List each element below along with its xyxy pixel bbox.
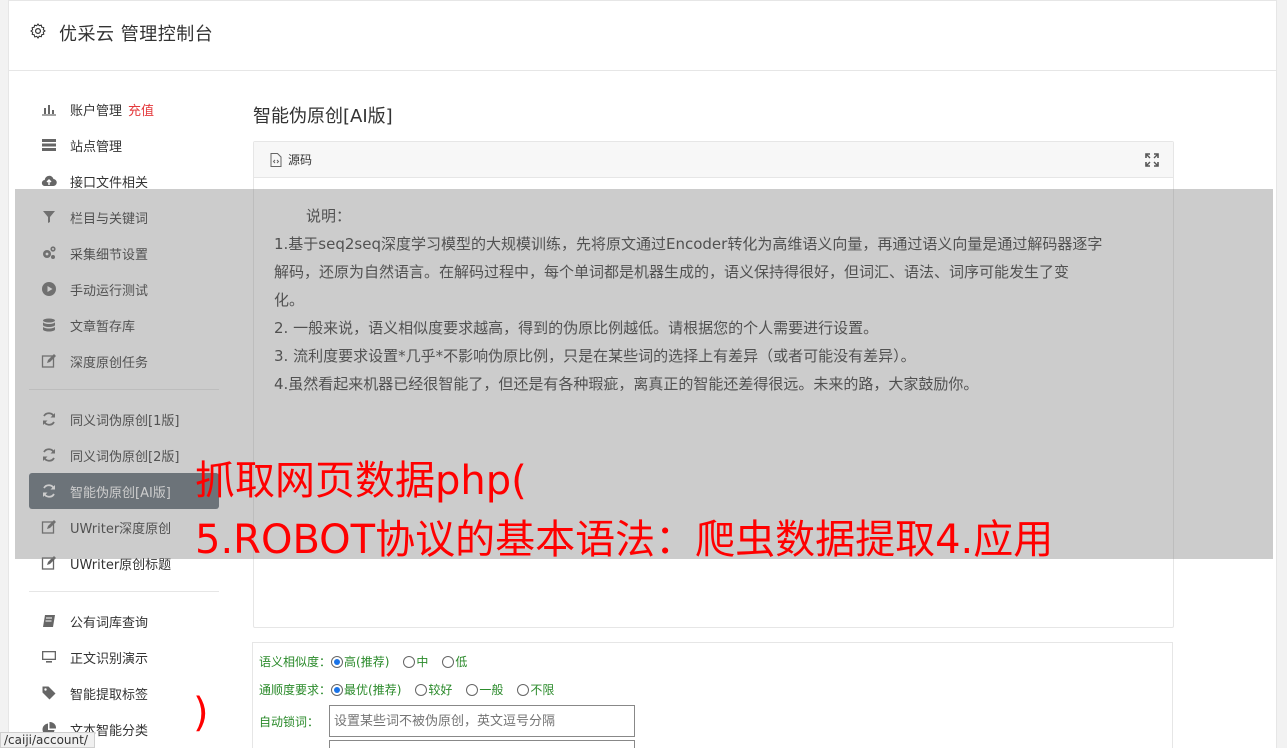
sidebar-item-label: 公有词库查询 <box>70 615 149 631</box>
sidebar-item-label: 账户管理 <box>70 103 123 119</box>
sidebar-item-public-lexicon[interactable]: 公有词库查询 <box>29 603 219 639</box>
similarity-row: 语义相似度： 高(推荐) 中 低 <box>259 653 481 670</box>
monitor-icon <box>41 649 57 665</box>
sidebar-item-label: 正文识别演示 <box>70 651 149 667</box>
status-bar-url: /caiji/account/ <box>0 732 95 748</box>
secondary-input[interactable] <box>329 740 635 748</box>
cloud-upload-icon <box>41 173 57 189</box>
fluency-normal-radio[interactable]: 一般 <box>466 681 503 698</box>
app-title: 优采云 管理控制台 <box>59 24 214 45</box>
tag-icon <box>41 685 57 701</box>
sidebar-item-label: 站点管理 <box>70 139 123 155</box>
panel-header: 源码 <box>254 142 1173 178</box>
overlay-headline-line1: 抓取网页数据php( <box>195 458 527 504</box>
fluency-label: 通顺度要求： <box>259 683 332 697</box>
fluency-good-radio[interactable]: 较好 <box>415 681 452 698</box>
sidebar-divider <box>29 591 219 592</box>
book-icon <box>41 613 57 629</box>
file-code-icon <box>270 152 282 167</box>
expand-icon[interactable] <box>1145 153 1159 167</box>
server-icon <box>41 137 57 153</box>
fluency-best-radio[interactable]: 最优(推荐) <box>331 681 401 698</box>
sidebar-item-text-recognition[interactable]: 正文识别演示 <box>29 639 219 675</box>
fluency-any-radio[interactable]: 不限 <box>517 681 554 698</box>
overlay-headline-line2: 5.ROBOT协议的基本语法：爬虫数据提取4.应用 <box>195 517 1054 563</box>
sidebar-item-account[interactable]: 账户管理 充值 <box>29 91 219 127</box>
sidebar-item-label: 智能提取标签 <box>70 687 149 703</box>
sidebar-item-tag-extract[interactable]: 智能提取标签 <box>29 675 219 711</box>
gear-icon <box>30 23 46 39</box>
settings-form: 语义相似度： 高(推荐) 中 低 通顺度要求： 最优(推荐) 较好 一般 不限 … <box>252 642 1173 748</box>
fluency-row: 通顺度要求： 最优(推荐) 较好 一般 不限 <box>259 681 568 698</box>
bar-chart-icon <box>41 101 57 117</box>
sidebar-item-sites[interactable]: 站点管理 <box>29 127 219 163</box>
page-title: 智能伪原创[AI版] <box>253 106 393 127</box>
overlay-stray-text: ) <box>193 690 209 736</box>
lock-row: 自动锁词： <box>259 713 319 730</box>
app-header: 优采云 管理控制台 <box>9 1 1276 71</box>
lock-words-input[interactable] <box>329 705 635 737</box>
similarity-label: 语义相似度： <box>259 655 332 669</box>
similarity-medium-radio[interactable]: 中 <box>403 653 428 670</box>
lock-label: 自动锁词： <box>259 715 320 729</box>
similarity-low-radio[interactable]: 低 <box>442 653 467 670</box>
similarity-high-radio[interactable]: 高(推荐) <box>331 653 389 670</box>
recharge-link[interactable]: 充值 <box>128 100 154 119</box>
panel-tab-label[interactable]: 源码 <box>288 151 312 168</box>
sidebar-item-label: 接口文件相关 <box>70 175 149 191</box>
